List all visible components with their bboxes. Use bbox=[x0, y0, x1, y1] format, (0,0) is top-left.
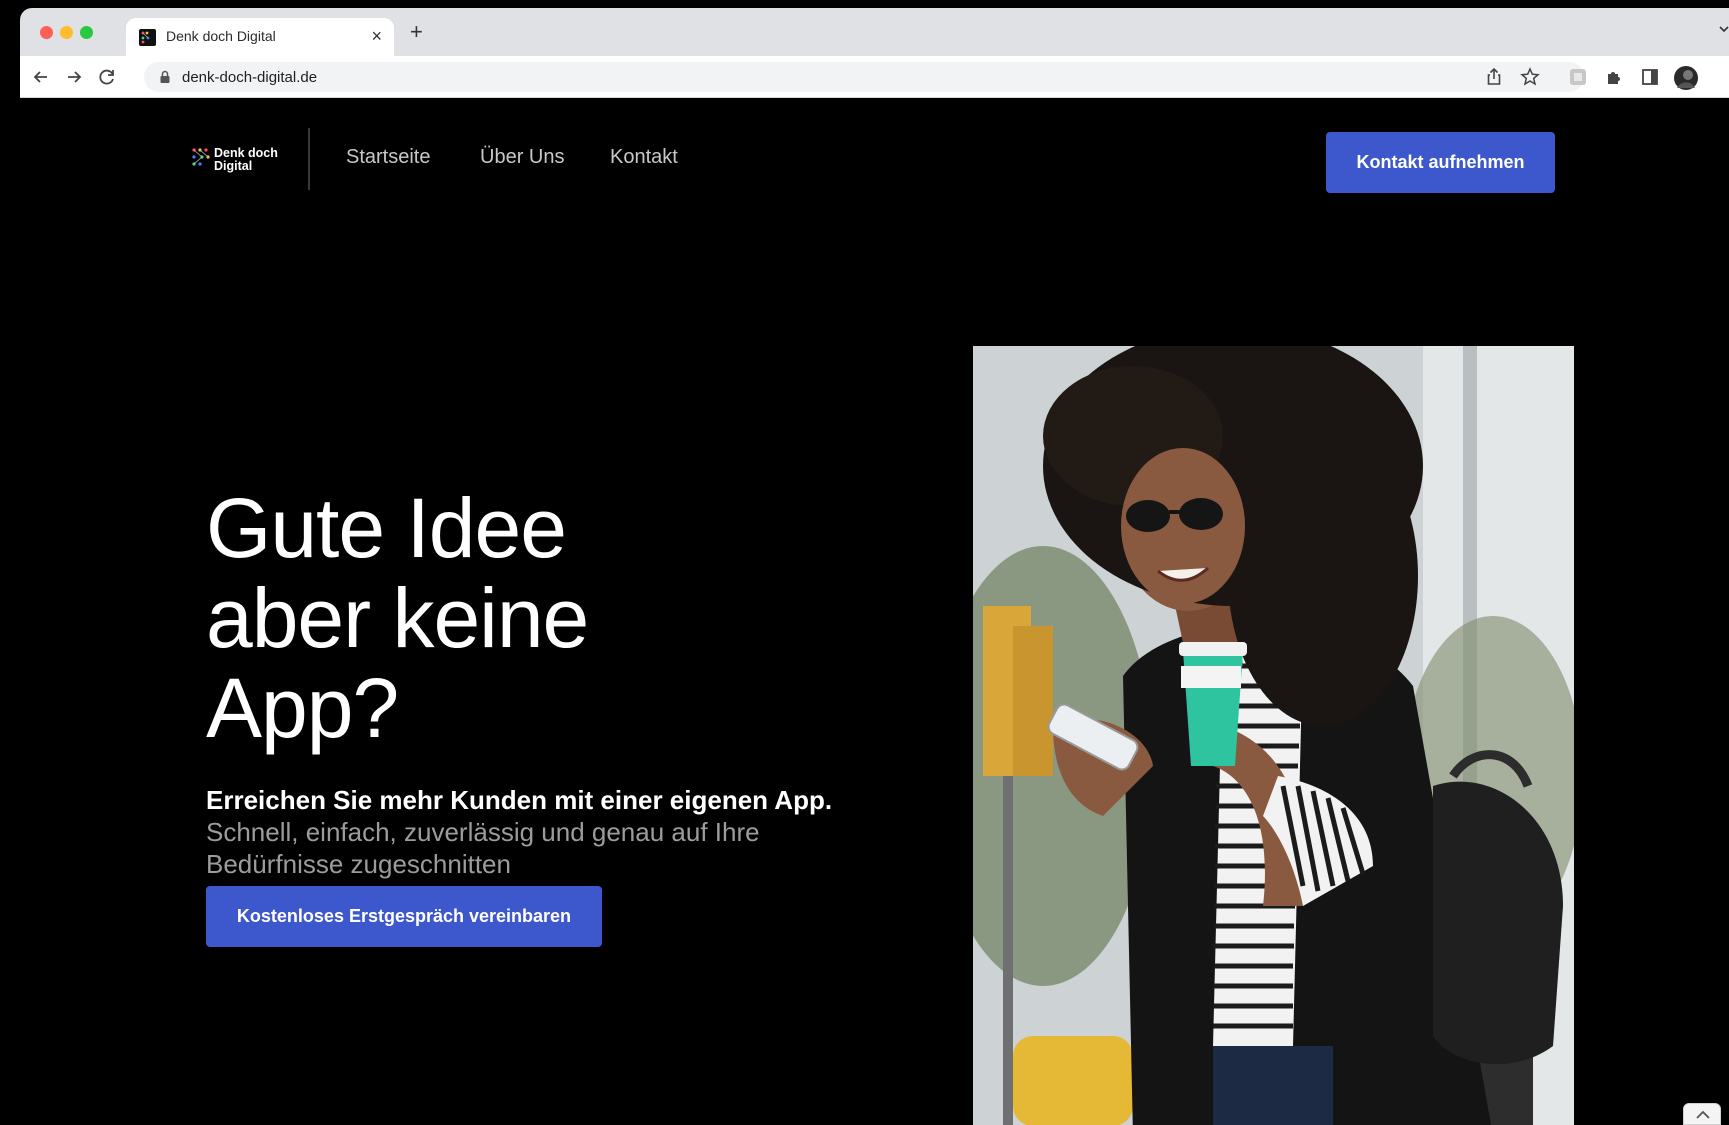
close-window-button[interactable] bbox=[40, 26, 53, 39]
tab-strip: Denk doch Digital × + bbox=[20, 8, 1729, 56]
headline-line: App? bbox=[206, 661, 399, 755]
maximize-window-button[interactable] bbox=[80, 26, 93, 39]
hero-image bbox=[973, 346, 1574, 1125]
logo-text: Denk doch Digital bbox=[214, 146, 278, 173]
hero-subtext: Erreichen Sie mehr Kunden mit einer eige… bbox=[206, 784, 846, 880]
browser-window: Denk doch Digital × + denk-doch-digital.… bbox=[20, 8, 1729, 1125]
nav-link-ueber-uns[interactable]: Über Uns bbox=[480, 146, 564, 169]
side-panel-icon[interactable] bbox=[1639, 66, 1661, 88]
site-logo[interactable]: Denk doch Digital bbox=[190, 145, 290, 175]
browser-tab[interactable]: Denk doch Digital × bbox=[126, 18, 394, 56]
tab-title: Denk doch Digital bbox=[166, 28, 276, 44]
arrow-right-icon[interactable] bbox=[63, 66, 85, 88]
nav-divider bbox=[308, 128, 310, 190]
star-icon[interactable] bbox=[1519, 66, 1541, 88]
hero-headline: Gute Idee aber keine App? bbox=[206, 481, 589, 755]
book-consultation-button[interactable]: Kostenloses Erstgespräch vereinbaren bbox=[206, 886, 602, 947]
reload-icon[interactable] bbox=[96, 66, 118, 88]
share-icon[interactable] bbox=[1483, 66, 1505, 88]
chevron-down-icon[interactable] bbox=[1717, 22, 1729, 36]
minimize-window-button[interactable] bbox=[60, 26, 73, 39]
close-tab-button[interactable]: × bbox=[371, 25, 382, 47]
web-page: Denk doch Digital Startseite Über Uns Ko… bbox=[20, 98, 1729, 1125]
scroll-to-top-button[interactable] bbox=[1683, 1103, 1721, 1125]
puzzle-icon[interactable] bbox=[1603, 66, 1625, 88]
browser-toolbar: denk-doch-digital.de bbox=[20, 56, 1729, 98]
avatar[interactable] bbox=[1674, 66, 1698, 90]
nav-link-kontakt[interactable]: Kontakt bbox=[610, 146, 678, 169]
new-tab-button[interactable]: + bbox=[410, 20, 423, 44]
lock-icon[interactable] bbox=[159, 70, 171, 84]
favicon-icon bbox=[139, 29, 156, 46]
extension-icon[interactable] bbox=[1567, 66, 1589, 88]
contact-button[interactable]: Kontakt aufnehmen bbox=[1326, 132, 1555, 193]
address-bar[interactable]: denk-doch-digital.de bbox=[144, 62, 1584, 92]
url-text[interactable]: denk-doch-digital.de bbox=[182, 69, 317, 86]
headline-line: Gute Idee bbox=[206, 481, 567, 575]
nav-link-startseite[interactable]: Startseite bbox=[346, 146, 430, 169]
arrow-left-icon[interactable] bbox=[30, 66, 52, 88]
subtext-strong: Erreichen Sie mehr Kunden mit einer eige… bbox=[206, 785, 833, 815]
headline-line: aber keine bbox=[206, 571, 589, 665]
subtext-muted: Schnell, einfach, zuverlässig und genau … bbox=[206, 817, 760, 879]
logo-icon bbox=[192, 148, 210, 166]
